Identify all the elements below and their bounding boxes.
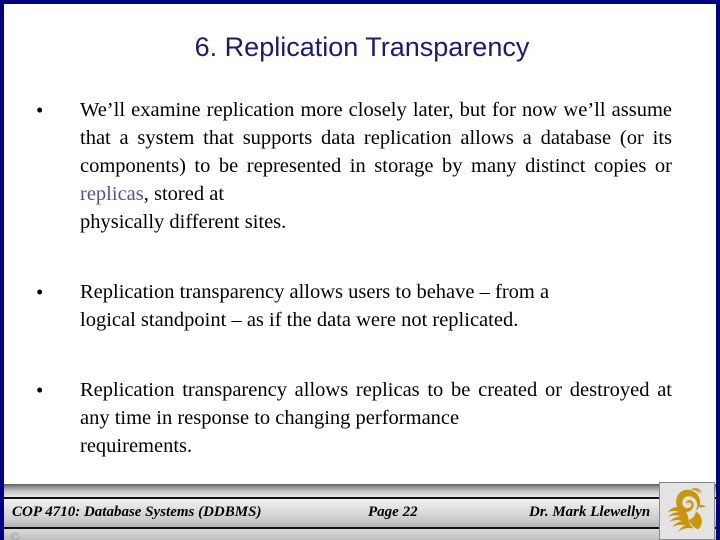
copyright-symbol: © [10,529,20,540]
bullet-list: • We’ll examine replication more closely… [4,96,716,480]
text-segment: Replication transparency allows users to… [80,281,550,303]
ucf-pegasus-logo-icon [659,482,715,540]
slide-canvas: 6. Replication Transparency • We’ll exam… [0,0,720,540]
bullet-marker-icon: • [36,280,44,304]
list-item-last-line: physically different sites. [80,211,287,233]
list-item: • Replication transparency allows users … [4,278,716,334]
bullet-marker-icon: • [36,98,44,122]
text-segment: , stored at [143,183,225,205]
text-segment: We’ll examine replication more closely l… [80,99,672,177]
list-item-text: We’ll examine replication more closely l… [80,96,672,236]
list-item-text: Replication transparency allows replicas… [80,376,672,460]
slide-footer: COP 4710: Database Systems (DDBMS) Page … [4,484,716,540]
list-item: • Replication transparency allows replic… [4,376,716,460]
list-item-last-line: logical standpoint – as if the data were… [80,309,519,331]
highlighted-term-replicas: replicas [80,183,144,205]
footer-author-label: Dr. Mark Llewellyn [529,504,651,520]
list-item-last-line: requirements. [80,435,193,457]
list-item-text: Replication transparency allows users to… [80,278,672,334]
footer-course-label: COP 4710: Database Systems (DDBMS) [12,504,262,520]
page-title: 6. Replication Transparency [194,32,530,62]
list-item: • We’ll examine replication more closely… [4,96,716,236]
text-segment: Replication transparency allows replicas… [80,379,672,429]
footer-bottom-bar [4,529,716,540]
bullet-marker-icon: • [36,378,44,402]
footer-page-number: Page 22 [368,504,418,520]
footer-top-gradient-bar [4,484,716,497]
